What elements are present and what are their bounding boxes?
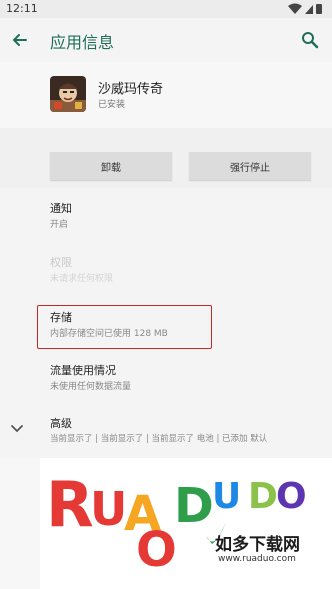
- pref-title: 高级: [50, 417, 72, 430]
- watermark-letter: U: [90, 482, 128, 536]
- action-buttons: 卸载 强行停止: [0, 128, 332, 188]
- back-arrow-icon[interactable]: [6, 26, 34, 54]
- search-icon[interactable]: [296, 26, 324, 54]
- pref-title: 权限: [50, 256, 72, 269]
- signal-icon: [305, 5, 313, 14]
- status-time: 12:11: [6, 2, 38, 15]
- watermark-letter: U: [212, 476, 242, 517]
- pref-summary: 内部存储空间已使用 128 MB: [50, 329, 168, 339]
- watermark-letter: D: [248, 476, 278, 517]
- pref-summary: 开启: [50, 220, 69, 230]
- app-name: 沙威玛传奇: [98, 82, 164, 97]
- uninstall-button[interactable]: 卸载: [50, 152, 172, 180]
- wifi-icon: [288, 3, 302, 14]
- page-title: 应用信息: [50, 33, 115, 52]
- watermark-letter: R: [46, 468, 94, 541]
- pref-title: 流量使用情况: [50, 364, 116, 377]
- watermark-letter: O: [276, 476, 307, 517]
- pref-summary: 未使用任何数据流量: [50, 382, 132, 392]
- watermark-logo: R U A O D U D O 如多下载网 www.ruaduo.com: [40, 458, 332, 589]
- pref-summary: 当前显示了 | 当前显示了 | 当前显示了 电池 | 已添加 默认: [50, 434, 268, 444]
- watermark-letter: O: [136, 522, 177, 578]
- status-bar: 12:11: [0, 0, 332, 18]
- status-icons: [288, 3, 322, 14]
- watermark-url: www.ruaduo.com: [218, 554, 296, 564]
- app-icon: [50, 76, 86, 112]
- app-header: 沙威玛传奇 已安装: [0, 62, 332, 128]
- app-install-status: 已安装: [98, 100, 126, 110]
- settings-list: 通知 开启 权限 未请求任何权限 存储 内部存储空间已使用 128 MB 流量使…: [0, 188, 332, 458]
- chevron-down-icon[interactable]: [9, 422, 25, 436]
- watermark-brand-cn: 如多下载网: [215, 535, 300, 555]
- force-stop-button[interactable]: 强行停止: [189, 152, 311, 180]
- pref-summary: 未请求任何权限: [50, 274, 114, 284]
- battery-icon: [316, 4, 322, 14]
- pref-title: 存储: [50, 311, 72, 324]
- app-bar: 应用信息: [0, 18, 332, 62]
- pref-title: 通知: [50, 202, 72, 215]
